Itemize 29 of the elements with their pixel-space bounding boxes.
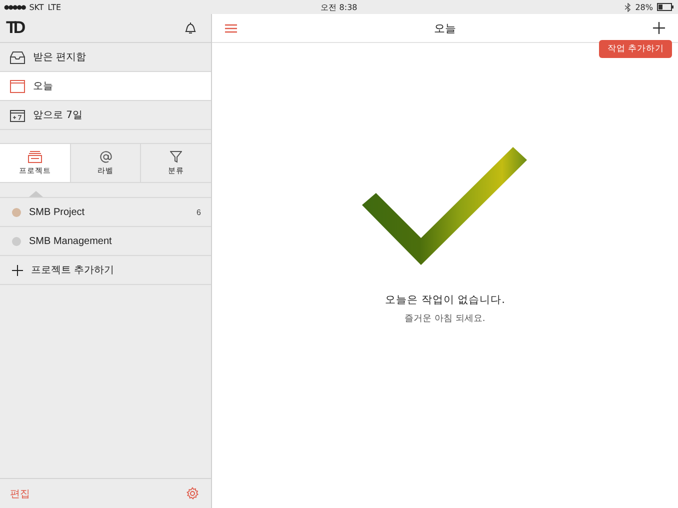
funnel-icon: [170, 150, 182, 162]
bluetooth-icon: [625, 2, 632, 12]
settings-icon[interactable]: [186, 487, 199, 500]
project-item[interactable]: SMB Project 6: [0, 198, 211, 227]
nav-item[interactable]: 오늘: [0, 72, 211, 101]
battery-icon: [657, 3, 674, 11]
status-time: 오전 8:38: [320, 2, 358, 12]
network-type: LTE: [48, 2, 62, 12]
stacked-cards-icon: [28, 150, 42, 162]
project-item[interactable]: SMB Management: [0, 227, 211, 256]
task-count: 6: [196, 208, 201, 216]
empty-state-subtitle: 즐거운 아침 되세요.: [404, 313, 486, 325]
page-title: 오늘: [434, 20, 456, 36]
app-logo: TD: [6, 18, 23, 38]
inbox-tray-icon: [10, 50, 25, 64]
carrier-name: SKT: [29, 2, 44, 12]
calendar-plus-seven-icon: [10, 108, 25, 122]
bell-icon[interactable]: [184, 21, 197, 35]
plus-icon: [12, 264, 23, 276]
add-project-item[interactable]: 프로젝트 추가하기: [0, 256, 211, 285]
add-task-tooltip: 작업 추가하기: [599, 40, 672, 58]
add-task-plus-icon[interactable]: [653, 22, 665, 34]
at-sign-icon: [100, 150, 112, 162]
menu-icon[interactable]: [225, 24, 237, 32]
nav-item[interactable]: 앞으로 7일: [0, 101, 211, 130]
calendar-icon: [10, 80, 25, 92]
tab-pointer-icon: [29, 191, 43, 197]
empty-state-title: 오늘은 작업이 없습니다.: [384, 293, 505, 307]
battery-percent: 28%: [635, 2, 653, 12]
